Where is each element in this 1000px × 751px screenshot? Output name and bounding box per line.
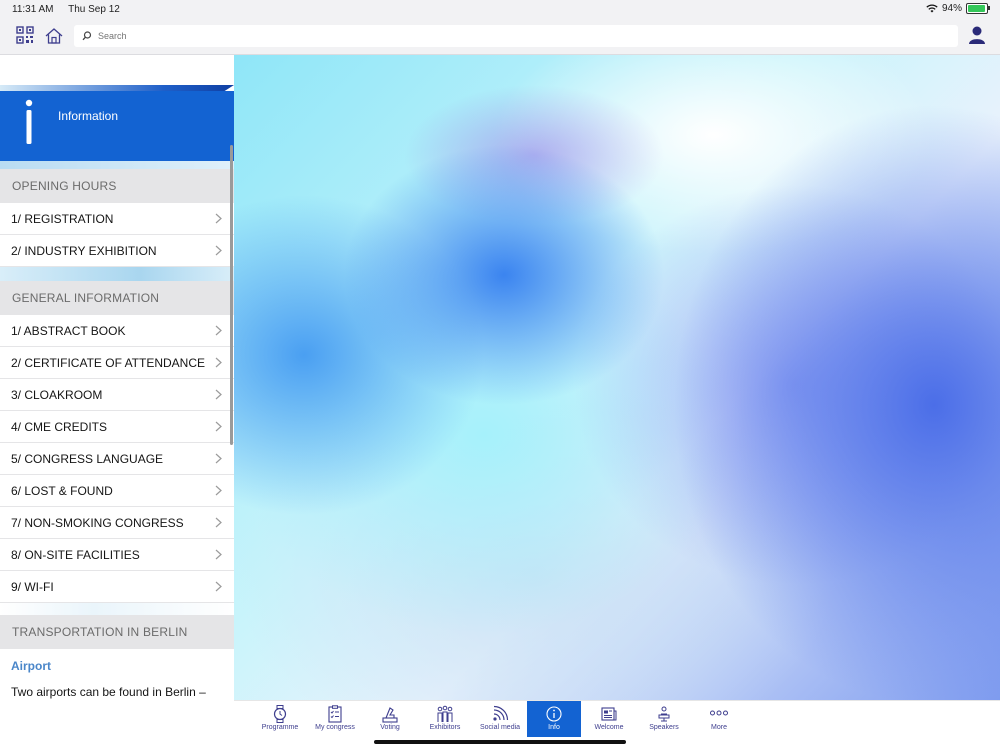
tab-label: My congress bbox=[315, 724, 355, 731]
more-dots-icon bbox=[710, 710, 728, 716]
list-item-label: 2/ INDUSTRY EXHIBITION bbox=[11, 243, 157, 258]
chevron-right-icon bbox=[215, 549, 222, 560]
info-banner: Information bbox=[0, 91, 234, 161]
list-item-label: 3/ CLOAKROOM bbox=[11, 387, 103, 402]
newspaper-icon bbox=[601, 707, 617, 721]
list-item[interactable]: 8/ ON-SITE FACILITIES bbox=[0, 539, 234, 571]
chevron-right-icon bbox=[215, 213, 222, 224]
list-item-label: 4/ CME CREDITS bbox=[11, 419, 108, 434]
app-header bbox=[0, 20, 1000, 55]
info-circle-icon bbox=[546, 706, 562, 722]
tab-welcome[interactable]: Welcome bbox=[582, 701, 636, 737]
section-title-opening-hours: OPENING HOURS bbox=[0, 169, 234, 203]
sidebar-scrollbar[interactable] bbox=[230, 145, 233, 445]
blurred-background-image bbox=[234, 55, 1000, 700]
section-divider bbox=[0, 161, 234, 169]
list-item-label: 1/ ABSTRACT BOOK bbox=[11, 323, 126, 338]
tab-exhibitors[interactable]: Exhibitors bbox=[418, 701, 472, 737]
tab-label: Exhibitors bbox=[429, 724, 461, 731]
info-sidebar[interactable]: Information OPENING HOURS 1/ REGISTRATIO… bbox=[0, 55, 234, 700]
search-icon bbox=[82, 31, 92, 41]
tab-my-congress[interactable]: My congress bbox=[308, 701, 362, 737]
tab-programme[interactable]: Programme bbox=[253, 701, 307, 737]
list-item-label: 2/ CERTIFICATE OF ATTENDANCE bbox=[11, 355, 206, 370]
tab-label: Voting bbox=[380, 724, 400, 731]
chevron-right-icon bbox=[215, 325, 222, 336]
list-item[interactable]: 1/ ABSTRACT BOOK bbox=[0, 315, 234, 347]
info-title: Information bbox=[58, 109, 119, 123]
chevron-right-icon bbox=[215, 485, 222, 496]
section-divider bbox=[0, 267, 234, 281]
list-item[interactable]: 1/ REGISTRATION bbox=[0, 203, 234, 235]
chevron-right-icon bbox=[215, 453, 222, 464]
list-item[interactable]: 3/ CLOAKROOM bbox=[0, 379, 234, 411]
chevron-right-icon bbox=[215, 517, 222, 528]
list-item[interactable]: 9/ WI-FI bbox=[0, 571, 234, 603]
battery-icon bbox=[966, 3, 990, 14]
chevron-right-icon bbox=[215, 357, 222, 368]
tab-label: Welcome bbox=[594, 724, 624, 731]
tab-speakers[interactable]: Speakers bbox=[637, 701, 691, 737]
voting-hand-icon bbox=[382, 707, 398, 723]
tab-label: More bbox=[711, 724, 727, 731]
qr-code-icon[interactable] bbox=[16, 26, 34, 44]
list-item[interactable]: 5/ CONGRESS LANGUAGE bbox=[0, 443, 234, 475]
tab-label: Social media bbox=[479, 724, 521, 731]
home-indicator[interactable] bbox=[374, 740, 626, 744]
chevron-right-icon bbox=[215, 245, 222, 256]
search-bar[interactable] bbox=[74, 25, 958, 47]
section-divider bbox=[0, 603, 234, 615]
wifi-icon bbox=[926, 4, 938, 13]
list-item[interactable]: 2/ CERTIFICATE OF ATTENDANCE bbox=[0, 347, 234, 379]
tab-social-media[interactable]: Social media bbox=[473, 701, 527, 737]
status-time: 11:31 AM bbox=[12, 4, 54, 15]
sidebar-top-spacer bbox=[0, 55, 234, 91]
user-profile-icon[interactable] bbox=[968, 25, 986, 45]
tab-label: Info bbox=[548, 724, 560, 731]
section-title-transportation: TRANSPORTATION IN BERLIN bbox=[0, 615, 234, 649]
chevron-right-icon bbox=[215, 421, 222, 432]
bottom-left-blank bbox=[0, 700, 234, 750]
battery-percent: 94% bbox=[941, 3, 962, 14]
chevron-right-icon bbox=[215, 581, 222, 592]
status-date: Thu Sep 12 bbox=[68, 4, 120, 15]
search-input[interactable] bbox=[96, 30, 940, 42]
status-bar: 11:31 AM Thu Sep 12 94% bbox=[0, 0, 1000, 20]
tab-voting[interactable]: Voting bbox=[363, 701, 417, 737]
list-item[interactable]: 6/ LOST & FOUND bbox=[0, 475, 234, 507]
tab-more[interactable]: More bbox=[692, 701, 746, 737]
list-item-label: 1/ REGISTRATION bbox=[11, 211, 114, 226]
list-item-label: 9/ WI-FI bbox=[11, 579, 54, 594]
list-item[interactable]: 2/ INDUSTRY EXHIBITION bbox=[0, 235, 234, 267]
list-item[interactable]: 4/ CME CREDITS bbox=[0, 411, 234, 443]
rss-feed-icon bbox=[493, 705, 509, 721]
home-icon[interactable] bbox=[44, 26, 64, 46]
list-item-label: 5/ CONGRESS LANGUAGE bbox=[11, 451, 164, 466]
general-information-list: 1/ ABSTRACT BOOK 2/ CERTIFICATE OF ATTEND… bbox=[0, 315, 234, 603]
clipboard-icon bbox=[328, 705, 342, 723]
speaker-icon bbox=[658, 706, 670, 722]
list-item-label: 8/ ON-SITE FACILITIES bbox=[11, 547, 140, 562]
list-item-label: 6/ LOST & FOUND bbox=[11, 483, 113, 498]
airport-text: Two airports can be found in Berlin – bbox=[11, 685, 206, 699]
tab-label: Speakers bbox=[649, 724, 679, 731]
list-item[interactable]: 7/ NON-SMOKING CONGRESS bbox=[0, 507, 234, 539]
list-item-label: 7/ NON-SMOKING CONGRESS bbox=[11, 515, 184, 530]
airport-subheading: Airport bbox=[11, 659, 51, 673]
section-title-general-information: GENERAL INFORMATION bbox=[0, 281, 234, 315]
watch-icon bbox=[273, 705, 287, 723]
tab-label: Programme bbox=[261, 724, 299, 731]
opening-hours-list: 1/ REGISTRATION 2/ INDUSTRY EXHIBITION bbox=[0, 203, 234, 267]
tab-info[interactable]: Info bbox=[527, 701, 581, 737]
exhibitors-people-icon bbox=[437, 705, 453, 722]
info-icon bbox=[25, 99, 33, 144]
chevron-right-icon bbox=[215, 389, 222, 400]
